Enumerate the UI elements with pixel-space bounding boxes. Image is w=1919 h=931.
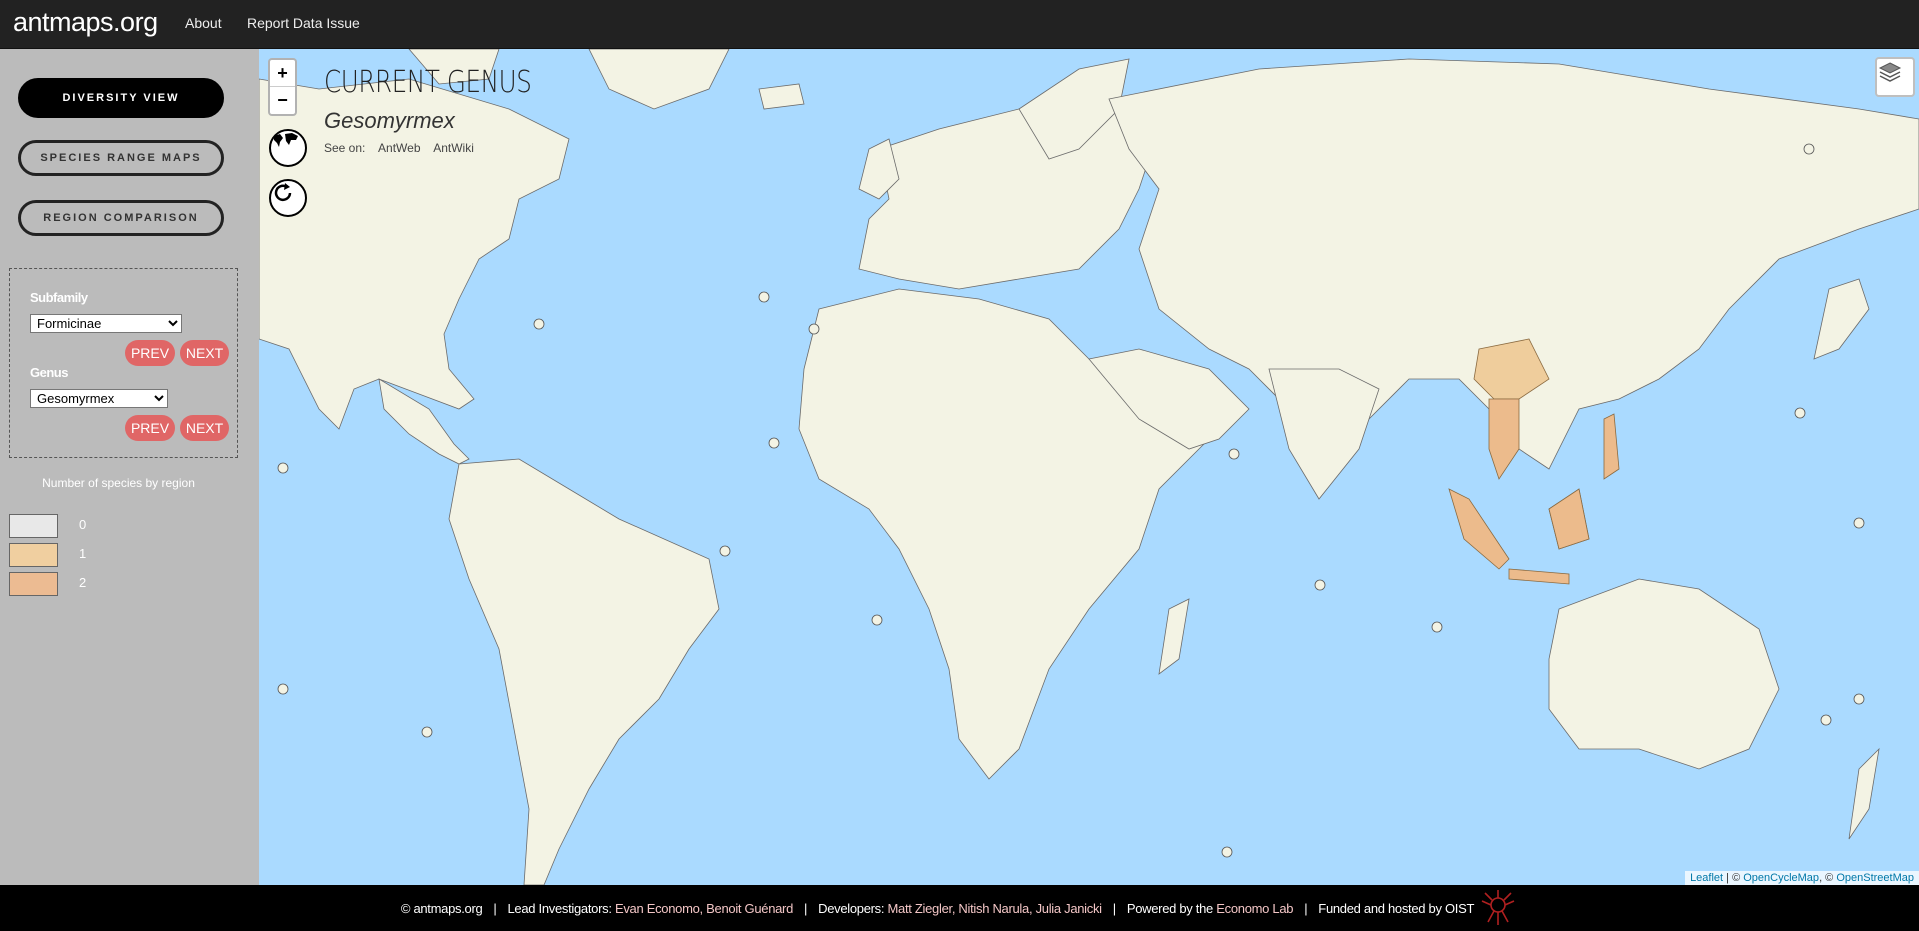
island-marker — [871, 614, 883, 626]
layers-icon — [1878, 62, 1902, 82]
footer-dev-label: Developers: — [818, 900, 885, 916]
reset-button[interactable] — [269, 179, 307, 217]
footer-lead-names[interactable]: Evan Economo, Benoit Guénard — [615, 901, 793, 916]
legend-label-1: 1 — [79, 546, 87, 561]
subfamily-next-button[interactable]: NEXT — [180, 340, 229, 366]
antwiki-link[interactable]: AntWiki — [433, 141, 474, 155]
see-on-label: See on: — [324, 141, 366, 155]
attribution-separator: | © — [1723, 872, 1744, 884]
current-genus-name: Gesomyrmex — [324, 108, 455, 133]
footer-lead-label: Lead Investigators: — [507, 900, 612, 916]
legend-swatch-1 — [9, 543, 58, 567]
island-marker — [1803, 143, 1815, 155]
brand-logo[interactable]: antmaps.org — [13, 7, 158, 38]
footer-powered-label: Powered by the — [1126, 900, 1213, 916]
footer: © antmaps.org | Lead Investigators: Evan… — [0, 885, 1919, 931]
oist-logo-icon[interactable] — [1478, 889, 1518, 927]
island-marker — [1431, 621, 1443, 633]
nav-about-link[interactable]: About — [185, 15, 222, 31]
island-marker — [1228, 448, 1240, 460]
leaflet-link[interactable]: Leaflet — [1690, 872, 1723, 884]
island-marker — [768, 437, 780, 449]
island-marker — [1820, 714, 1832, 726]
genus-prev-button[interactable]: PREV — [125, 415, 175, 441]
legend-swatch-0 — [9, 514, 58, 538]
island-marker — [758, 291, 770, 303]
see-on-links: See on: AntWeb AntWiki — [324, 141, 484, 155]
map-attribution: Leaflet | © OpenCycleMap, © OpenStreetMa… — [1685, 871, 1919, 885]
world-view-button[interactable] — [269, 129, 307, 167]
subfamily-prev-button[interactable]: PREV — [125, 340, 175, 366]
zoom-control: + − — [268, 58, 297, 116]
world-map[interactable]: + − CURRENT GENUS Gesomyrmex See on: Ant… — [259, 49, 1919, 885]
footer-separator: | — [1304, 900, 1308, 916]
island-marker — [277, 462, 289, 474]
footer-funded: Funded and hosted by OIST — [1318, 900, 1475, 916]
refresh-icon — [274, 183, 292, 202]
island-marker — [808, 323, 820, 335]
island-marker — [1314, 579, 1326, 591]
current-genus-title: CURRENT GENUS — [324, 65, 532, 100]
footer-copyright: © antmaps.org — [400, 900, 483, 916]
subfamily-label: Subfamily — [30, 290, 88, 305]
layers-control[interactable] — [1875, 57, 1915, 97]
sidebar: DIVERSITY VIEW SPECIES RANGE MAPS REGION… — [0, 49, 259, 885]
openstreetmap-link[interactable]: OpenStreetMap — [1836, 872, 1914, 884]
legend-label-2: 2 — [79, 575, 87, 590]
opencyclemap-link[interactable]: OpenCycleMap — [1743, 872, 1819, 884]
island-marker — [1853, 693, 1865, 705]
island-marker — [533, 318, 545, 330]
zoom-in-button[interactable]: + — [270, 60, 295, 86]
legend-swatch-2 — [9, 572, 58, 596]
taxon-filter-panel: Subfamily Formicinae PREV NEXT Genus Ges… — [9, 268, 238, 458]
legend-label-0: 0 — [79, 517, 87, 532]
footer-separator: | — [804, 900, 808, 916]
footer-separator: | — [1112, 900, 1116, 916]
island-marker — [1853, 517, 1865, 529]
footer-separator: | — [493, 900, 497, 916]
attribution-separator: , © — [1819, 872, 1837, 884]
island-marker — [1221, 846, 1233, 858]
nav-report-data-issue-link[interactable]: Report Data Issue — [247, 15, 360, 31]
diversity-view-button[interactable]: DIVERSITY VIEW — [18, 78, 224, 118]
genus-label: Genus — [30, 365, 68, 380]
island-marker — [277, 683, 289, 695]
antweb-link[interactable]: AntWeb — [378, 141, 420, 155]
map-canvas[interactable] — [259, 49, 1919, 885]
top-navbar: antmaps.org About Report Data Issue — [0, 0, 1919, 49]
island-marker — [421, 726, 433, 738]
region-comparison-button[interactable]: REGION COMPARISON — [18, 200, 224, 236]
species-range-maps-button[interactable]: SPECIES RANGE MAPS — [18, 140, 224, 176]
world-map-icon — [274, 133, 298, 147]
island-marker — [719, 545, 731, 557]
footer-economo-lab-link[interactable]: Economo Lab — [1216, 901, 1293, 916]
footer-dev-names[interactable]: Matt Ziegler, Nitish Narula, Julia Janic… — [888, 901, 1103, 916]
island-marker — [1794, 407, 1806, 419]
genus-next-button[interactable]: NEXT — [180, 415, 229, 441]
genus-select[interactable]: Gesomyrmex — [30, 389, 168, 408]
subfamily-select[interactable]: Formicinae — [30, 314, 182, 333]
legend-title: Number of species by region — [42, 476, 195, 490]
zoom-out-button[interactable]: − — [270, 86, 295, 113]
